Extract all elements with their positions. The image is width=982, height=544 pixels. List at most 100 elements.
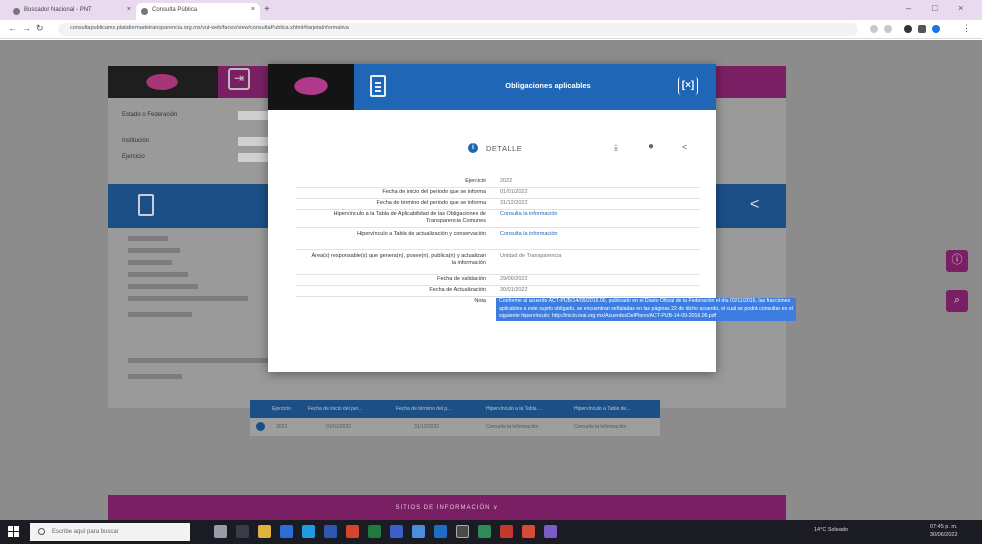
taskbar-search[interactable]: Escribe aquí para buscar: [30, 523, 190, 541]
task-view-icon[interactable]: [214, 525, 227, 538]
detail-row: Fecha de término del periodo que se info…: [296, 199, 700, 210]
detail-table: Ejercicio 2022 Fecha de inicio del perio…: [296, 177, 796, 347]
filter-line: [128, 284, 198, 289]
menu-icon[interactable]: ⋮: [962, 23, 971, 34]
clock[interactable]: 07:45 p. m. 30/06/2022: [930, 523, 958, 539]
address-bar[interactable]: consultapublicamx.plataformadetransparen…: [58, 23, 858, 36]
download-icon[interactable]: ⤓: [614, 142, 618, 153]
extension-icon[interactable]: [870, 25, 878, 33]
forward-icon[interactable]: →: [22, 23, 31, 33]
detail-link[interactable]: Consulta la información: [500, 231, 700, 238]
app-icon[interactable]: [478, 525, 491, 538]
app-icon[interactable]: [500, 525, 513, 538]
tab-label: Consulta Pública: [152, 7, 198, 13]
extension-icon[interactable]: [904, 25, 912, 33]
clock-time: 07:45 p. m.: [930, 524, 958, 530]
detalle-bar: i DETALLE ⤓ ● <: [468, 141, 708, 156]
close-modal-button[interactable]: [×]: [678, 77, 698, 95]
share-icon[interactable]: <: [750, 196, 759, 214]
detail-row: Fecha de validación 29/06/2022: [296, 275, 700, 286]
detail-row: Ejercicio 2022: [296, 177, 700, 188]
form-label: Ejercicio: [122, 154, 145, 160]
column-header: Ejercicio: [272, 406, 291, 412]
modal-header: Obligaciones aplicables [×]: [268, 64, 716, 110]
weather-tray[interactable]: 14°C Soleado: [814, 527, 848, 533]
table-cell: 2022: [276, 424, 288, 430]
minimize-icon[interactable]: –: [906, 3, 911, 13]
detail-row: Hipervínculo a Tabla de actualización y …: [296, 228, 700, 250]
close-tab-icon[interactable]: ×: [127, 6, 131, 13]
close-window-icon[interactable]: ×: [958, 3, 963, 13]
detail-row: Hipervínculo a la Tabla de Aplicabilidad…: [296, 210, 700, 228]
form-label: Estado o Federación: [122, 112, 178, 118]
filter-line: [128, 374, 182, 379]
detail-value: Unidad de Transparencia: [500, 253, 562, 259]
nota-text-selected[interactable]: Conforme al acuerdo ACT-PUB/14/09/2016.0…: [496, 298, 796, 321]
app-icon[interactable]: [324, 525, 337, 538]
filter-line: [128, 272, 188, 277]
extension-icon[interactable]: [918, 25, 926, 33]
detail-row: Área(s) responsable(s) que genera(n), po…: [296, 250, 700, 275]
app-icon[interactable]: [434, 525, 447, 538]
zoom-icon[interactable]: ⌕: [946, 290, 968, 312]
column-header: Fecha de término del p...: [396, 406, 452, 412]
column-header: Fecha de inicio del per...: [308, 406, 363, 412]
filter-line: [128, 248, 180, 253]
extension-icon[interactable]: [884, 25, 892, 33]
footer-sites[interactable]: SITIOS DE INFORMACIÓN ∨: [108, 495, 786, 520]
detail-label: Fecha de término del periodo que se info…: [376, 200, 486, 206]
filter-line: [128, 358, 268, 363]
column-header: Hipervínculo a la Tabla ...: [486, 406, 543, 412]
maximize-icon[interactable]: □: [932, 3, 937, 13]
windows-start-icon[interactable]: [8, 526, 19, 537]
app-icon[interactable]: [544, 525, 557, 538]
browser-tab-strip: Buscador Nacional - PNT × Consulta Públi…: [0, 0, 982, 20]
table-cell: 31/12/2022: [414, 424, 440, 430]
filter-line: [128, 296, 248, 301]
table-row[interactable]: 2022 01/01/2022 31/12/2022 Consulta la i…: [250, 418, 660, 436]
detail-row: Fecha de Actualización 30/01/2022: [296, 286, 700, 297]
app-icon[interactable]: [390, 525, 403, 538]
app-icon[interactable]: [368, 525, 381, 538]
print-icon[interactable]: ●: [648, 141, 654, 152]
info-icon[interactable]: [256, 422, 265, 431]
filter-line: [128, 260, 172, 265]
share-icon[interactable]: <: [682, 142, 687, 152]
app-icon[interactable]: [302, 525, 315, 538]
app-icon[interactable]: [258, 525, 271, 538]
detail-value: 2022: [500, 178, 513, 184]
app-icon[interactable]: [236, 525, 249, 538]
chrome-app-icon[interactable]: [456, 525, 469, 538]
detail-label: Nota: [474, 298, 486, 304]
close-tab-icon[interactable]: ×: [251, 6, 255, 13]
help-icon[interactable]: ⓘ: [946, 250, 968, 272]
new-tab-button[interactable]: +: [264, 4, 270, 15]
back-icon[interactable]: ←: [8, 23, 17, 33]
exit-icon[interactable]: ⇥: [228, 68, 250, 90]
table-cell-link[interactable]: Consulta la información: [574, 424, 626, 430]
app-icon[interactable]: [346, 525, 359, 538]
obligaciones-modal: Obligaciones aplicables [×] i DETALLE ⤓ …: [268, 64, 796, 372]
detail-row-nota: Nota Conforme al acuerdo ACT-PUB/14/09/2…: [296, 297, 796, 347]
tab-buscador[interactable]: Buscador Nacional - PNT ×: [8, 3, 136, 20]
app-icon[interactable]: [280, 525, 293, 538]
detail-label: Fecha de Actualización: [429, 287, 486, 293]
table-cell-link[interactable]: Consulta la información: [486, 424, 538, 430]
detail-label: Fecha de inicio del periodo que se infor…: [382, 189, 486, 195]
app-icon[interactable]: [412, 525, 425, 538]
detail-label: Hipervínculo a la Tabla de Aplicabilidad…: [333, 211, 486, 224]
detail-value: 31/12/2022: [500, 200, 528, 206]
reload-icon[interactable]: ↻: [36, 23, 44, 34]
favicon-icon: [141, 8, 148, 15]
document-icon: [138, 194, 154, 216]
results-table-header: Ejercicio Fecha de inicio del per... Fec…: [250, 400, 660, 418]
app-icon[interactable]: [522, 525, 535, 538]
search-icon: [38, 528, 45, 535]
detail-label: Ejercicio: [465, 178, 486, 184]
tab-consulta-publica[interactable]: Consulta Pública ×: [136, 3, 260, 20]
detail-label: Área(s) responsable(s) que genera(n), po…: [311, 253, 486, 266]
profile-avatar[interactable]: [932, 25, 940, 33]
detail-link[interactable]: Consulta la información: [500, 211, 700, 218]
detail-value: 29/06/2022: [500, 276, 528, 282]
detail-label: Hipervínculo a Tabla de actualización y …: [357, 231, 486, 237]
